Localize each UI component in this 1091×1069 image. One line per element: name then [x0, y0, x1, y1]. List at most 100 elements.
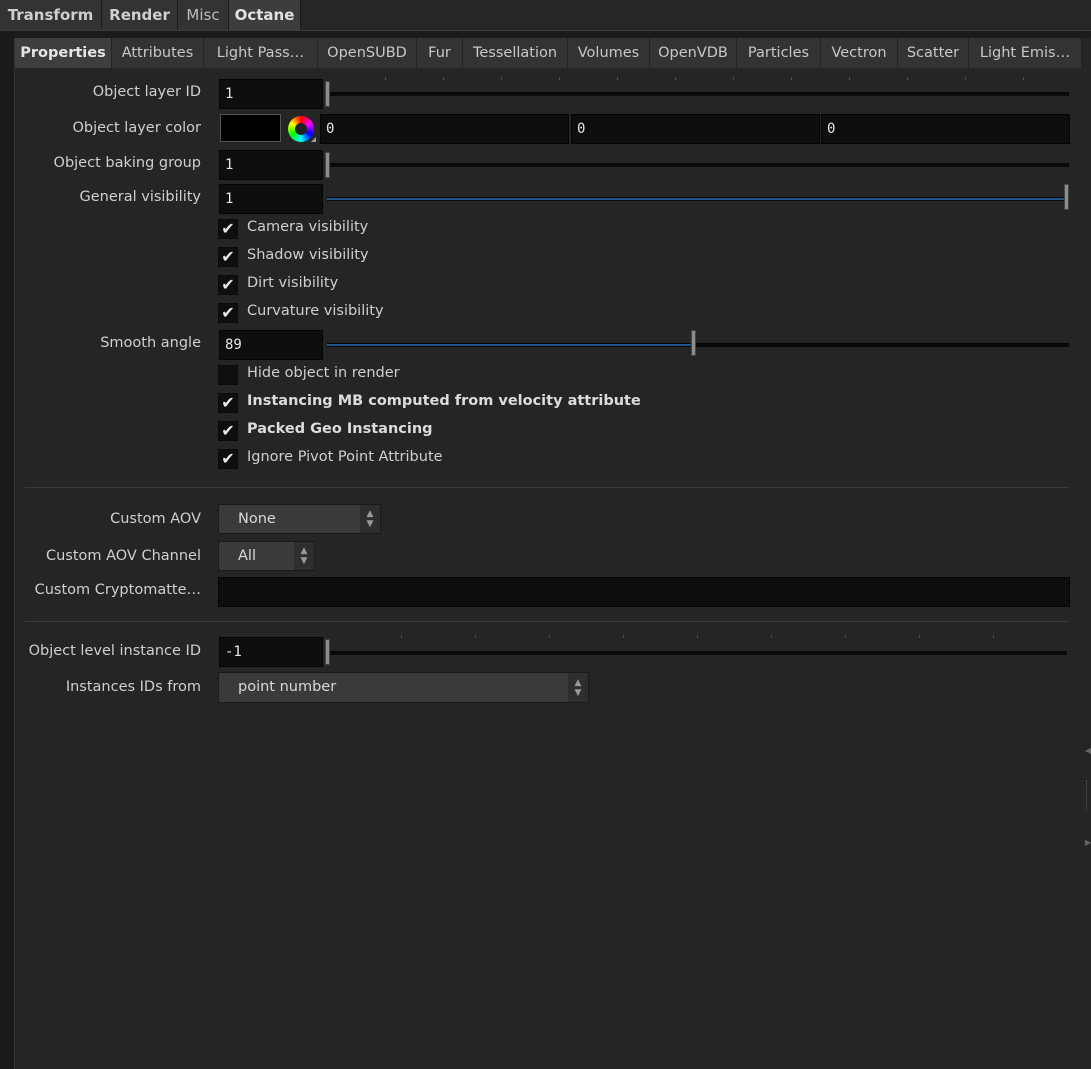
- custom-cryptomatte-label: Custom Cryptomatte…: [34, 582, 201, 598]
- pane-resize-handle[interactable]: [1086, 780, 1091, 810]
- dropdown-arrows-icon: ▲ ▼: [568, 673, 588, 702]
- pane-collapse-left-icon[interactable]: ◀: [1085, 746, 1091, 755]
- object-baking-group-field[interactable]: 1: [219, 150, 323, 180]
- section-divider: [25, 621, 1069, 622]
- dirt-visibility-checkbox[interactable]: ✔: [218, 275, 238, 295]
- curvature-visibility-label: Curvature visibility: [247, 303, 384, 319]
- subtab-opensubd[interactable]: OpenSUBD: [318, 38, 417, 68]
- object-layer-color-swatch[interactable]: [220, 114, 281, 142]
- camera-visibility-label: Camera visibility: [247, 219, 369, 235]
- object-baking-group-slider-track[interactable]: [327, 163, 1069, 167]
- slider-tick: [385, 77, 386, 80]
- object-baking-group-slider-handle[interactable]: [325, 152, 330, 178]
- object-layer-id-field[interactable]: 1: [219, 79, 323, 109]
- dropdown-arrows-icon: ▲ ▼: [360, 505, 380, 533]
- shadow-visibility-label: Shadow visibility: [247, 247, 369, 263]
- custom-aov-label: Custom AOV: [110, 511, 201, 527]
- shadow-visibility-checkbox[interactable]: ✔: [218, 247, 238, 267]
- object-level-instance-id-slider-track[interactable]: [327, 651, 1067, 655]
- slider-tick: [697, 635, 698, 638]
- object-baking-group-label: Object baking group: [53, 155, 201, 171]
- slider-tick: [845, 635, 846, 638]
- slider-tick: [907, 77, 908, 80]
- object-level-instance-id-field[interactable]: -1: [219, 637, 323, 667]
- object-layer-id-label: Object layer ID: [92, 84, 201, 100]
- hide-object-in-render-checkbox[interactable]: [218, 365, 238, 385]
- dropdown-arrows-icon: ▲ ▼: [294, 542, 314, 570]
- instances-ids-from-label: Instances IDs from: [65, 679, 201, 695]
- subtab-tessellation[interactable]: Tessellation: [463, 38, 568, 68]
- custom-aov-dropdown[interactable]: None ▲ ▼: [218, 504, 381, 534]
- slider-tick: [993, 635, 994, 638]
- object-layer-id-slider-track[interactable]: [327, 92, 1069, 96]
- ignore-pivot-point-label: Ignore Pivot Point Attribute: [247, 449, 443, 465]
- custom-aov-channel-dropdown[interactable]: All ▲ ▼: [218, 541, 315, 571]
- instances-ids-from-value: point number: [238, 679, 337, 695]
- custom-aov-channel-label: Custom AOV Channel: [45, 548, 201, 564]
- slider-tick: [623, 635, 624, 638]
- tab-octane[interactable]: Octane: [229, 0, 301, 30]
- instancing-mb-checkbox[interactable]: ✔: [218, 393, 238, 413]
- object-level-instance-id-label: Object level instance ID: [28, 643, 201, 659]
- smooth-angle-field[interactable]: 89: [219, 330, 323, 360]
- top-tab-bar: Transform Render Misc Octane: [0, 0, 1091, 31]
- subtab-openvdb[interactable]: OpenVDB: [650, 38, 737, 68]
- ignore-pivot-point-checkbox[interactable]: ✔: [218, 449, 238, 469]
- subtab-light-pass[interactable]: Light Pass…: [204, 38, 318, 68]
- dirt-visibility-label: Dirt visibility: [247, 275, 339, 291]
- packed-geo-instancing-checkbox[interactable]: ✔: [218, 421, 238, 441]
- object-layer-color-r-field[interactable]: 0: [320, 114, 569, 144]
- custom-aov-value: None: [238, 511, 276, 527]
- camera-visibility-checkbox[interactable]: ✔: [218, 219, 238, 239]
- slider-tick: [675, 77, 676, 80]
- slider-tick: [965, 77, 966, 80]
- instancing-mb-label: Instancing MB computed from velocity att…: [247, 393, 641, 409]
- slider-tick: [791, 77, 792, 80]
- smooth-angle-slider-fill: [327, 344, 691, 346]
- subtab-properties[interactable]: Properties: [15, 38, 112, 68]
- slider-tick: [771, 635, 772, 638]
- slider-tick: [1023, 77, 1024, 80]
- tab-misc[interactable]: Misc: [178, 0, 229, 30]
- smooth-angle-slider-handle[interactable]: [691, 330, 696, 356]
- object-layer-color-label: Object layer color: [72, 120, 201, 136]
- general-visibility-slider-handle[interactable]: [1064, 184, 1069, 210]
- general-visibility-field[interactable]: 1: [219, 184, 323, 214]
- general-visibility-label: General visibility: [79, 189, 201, 205]
- subtab-particles[interactable]: Particles: [737, 38, 821, 68]
- tab-transform[interactable]: Transform: [0, 0, 102, 30]
- object-layer-color-g-field[interactable]: 0: [571, 114, 820, 144]
- subtab-attributes[interactable]: Attributes: [112, 38, 204, 68]
- custom-aov-channel-value: All: [238, 548, 256, 564]
- subtab-light-emission[interactable]: Light Emis…: [969, 38, 1082, 68]
- curvature-visibility-checkbox[interactable]: ✔: [218, 303, 238, 323]
- octane-panel: Properties Attributes Light Pass… OpenSU…: [14, 38, 1091, 1069]
- slider-tick: [919, 635, 920, 638]
- sub-tab-bar: Properties Attributes Light Pass… OpenSU…: [15, 38, 1091, 68]
- object-level-instance-id-slider-handle[interactable]: [325, 639, 330, 665]
- slider-tick: [849, 77, 850, 80]
- subtab-vectron[interactable]: Vectron: [821, 38, 898, 68]
- general-visibility-slider-fill: [327, 198, 1065, 200]
- instances-ids-from-dropdown[interactable]: point number ▲ ▼: [218, 672, 589, 703]
- smooth-angle-label: Smooth angle: [100, 335, 201, 351]
- slider-tick: [475, 635, 476, 638]
- section-divider: [25, 487, 1069, 488]
- slider-tick: [501, 77, 502, 80]
- subtab-volumes[interactable]: Volumes: [568, 38, 650, 68]
- slider-tick: [401, 635, 402, 638]
- subtab-scatter[interactable]: Scatter: [898, 38, 969, 68]
- subtab-fur[interactable]: Fur: [417, 38, 463, 68]
- object-layer-id-slider-handle[interactable]: [325, 81, 330, 107]
- object-layer-color-b-field[interactable]: 0: [821, 114, 1070, 144]
- pane-collapse-right-icon[interactable]: ▶: [1085, 838, 1091, 847]
- slider-tick: [733, 77, 734, 80]
- packed-geo-instancing-label: Packed Geo Instancing: [247, 421, 433, 437]
- slider-tick: [549, 635, 550, 638]
- slider-tick: [617, 77, 618, 80]
- tab-render[interactable]: Render: [102, 0, 178, 30]
- slider-tick: [443, 77, 444, 80]
- hide-object-in-render-label: Hide object in render: [247, 365, 400, 381]
- slider-tick: [559, 77, 560, 80]
- custom-cryptomatte-field[interactable]: [218, 577, 1070, 607]
